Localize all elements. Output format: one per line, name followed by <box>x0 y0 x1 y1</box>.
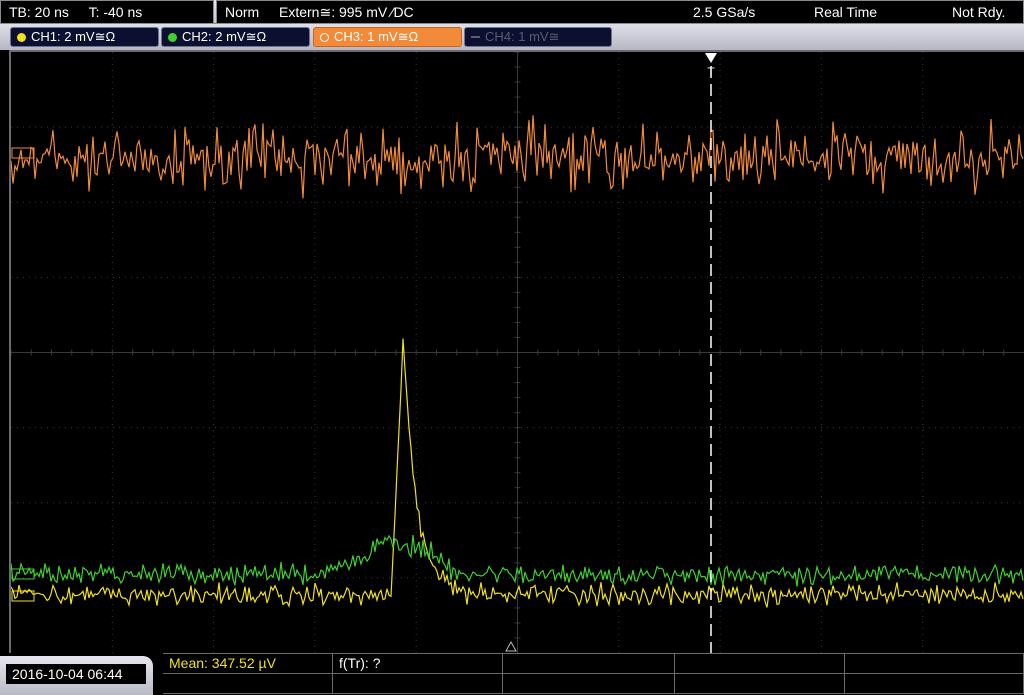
measurement-frequency[interactable]: f(Tr): ? <box>333 654 503 674</box>
channel-dot-icon <box>17 33 26 42</box>
channel-label: CH3: 1 mV≅Ω <box>334 29 419 44</box>
trigger-time-label: T: -40 ns <box>88 4 143 20</box>
channel-tab-ch4[interactable]: CH4: 1 mV≅ <box>464 27 612 47</box>
measurement-slot[interactable] <box>503 674 675 694</box>
measurement-slot[interactable] <box>845 654 1024 674</box>
measurement-mean[interactable]: Mean: 347.52 µV <box>163 654 333 674</box>
acquisition-status-box[interactable]: Norm Extern≅: 995 mV ⁄DC 2.5 GSa/s Real … <box>216 0 1024 24</box>
channel-tab-ch1[interactable]: CH1: 2 mV≅Ω <box>10 27 159 47</box>
trigger-source-label: Extern≅: 995 mV ⁄DC <box>279 4 414 20</box>
acq-type-label: Real Time <box>814 4 878 20</box>
waveform-plot[interactable]: T <box>11 52 1024 653</box>
sample-rate-label: 2.5 GSa/s <box>693 4 756 20</box>
measurement-table[interactable]: Mean: 347.52 µV f(Tr): ? <box>163 653 1024 695</box>
channel-off-icon <box>471 36 480 38</box>
channel-dot-icon <box>320 33 329 42</box>
measurement-slot[interactable] <box>163 674 333 694</box>
top-status-bar: TB: 20 ns T: -40 ns Norm Extern≅: 995 mV… <box>0 0 1024 24</box>
measurement-slot[interactable] <box>845 674 1024 694</box>
run-status-label: Not Rdy. <box>952 4 1006 20</box>
channel-label: CH1: 2 mV≅Ω <box>31 29 116 44</box>
measurement-slot[interactable] <box>675 654 845 674</box>
channel-label: CH4: 1 mV≅ <box>485 29 560 44</box>
timebase-label: TB: 20 ns <box>9 4 69 20</box>
graticule <box>11 52 1024 653</box>
measurement-slot[interactable] <box>503 654 675 674</box>
trigger-position-icon[interactable]: T <box>705 53 717 79</box>
channel-dot-icon <box>168 33 177 42</box>
oscilloscope-screen: TB: 20 ns T: -40 ns Norm Extern≅: 995 mV… <box>0 0 1024 695</box>
channel-tab-ch2[interactable]: CH2: 2 mV≅Ω <box>161 27 310 47</box>
trigger-marker-label: T <box>707 65 715 79</box>
datetime-label: 2016-10-04 06:44 <box>6 664 146 684</box>
timebase-box[interactable]: TB: 20 ns T: -40 ns <box>0 0 214 24</box>
datetime-box: 2016-10-04 06:44 <box>0 656 153 695</box>
measurement-slot[interactable] <box>675 674 845 694</box>
acq-mode-label: Norm <box>225 4 260 20</box>
measurement-slot[interactable] <box>333 674 503 694</box>
channel-label: CH2: 2 mV≅Ω <box>182 29 267 44</box>
ground-marker-icon <box>505 640 517 652</box>
channel-tab-ch3[interactable]: CH3: 1 mV≅Ω <box>313 27 462 47</box>
channel-bar: CH1: 2 mV≅Ω CH2: 2 mV≅Ω CH3: 1 mV≅Ω CH4:… <box>0 24 1024 50</box>
